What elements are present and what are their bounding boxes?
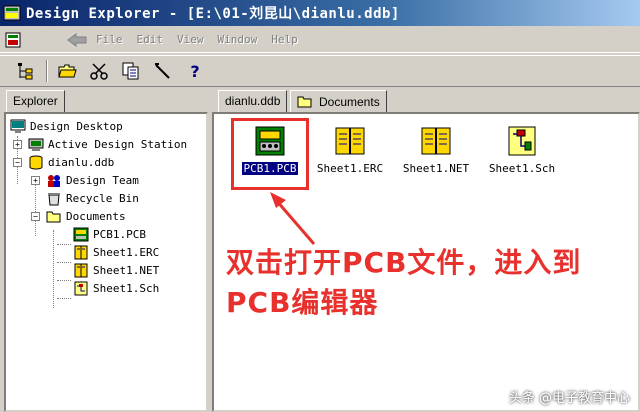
document-icon[interactable]	[4, 30, 26, 50]
content-pane: dianlu.ddb Documents PCB1.PCB Sheet1.ERC…	[212, 90, 640, 412]
menu-view[interactable]: View	[177, 33, 204, 46]
folder-open-icon	[46, 209, 62, 224]
collapse-icon[interactable]: −	[31, 212, 40, 221]
desktop-icon	[10, 119, 26, 134]
annotation-line-1: 双击打开PCB文件，进入到	[226, 246, 582, 279]
tree-doc-net[interactable]: Sheet1.NET	[73, 262, 159, 279]
open-folder-icon[interactable]	[56, 60, 78, 82]
book-icon	[73, 245, 89, 260]
expand-icon[interactable]: +	[31, 176, 40, 185]
title-bar: Design Explorer - [E:\01-刘昆山\dianlu.ddb]	[0, 0, 640, 26]
station-icon	[28, 137, 44, 152]
tree-recycle-bin[interactable]: Recycle Bin	[46, 190, 139, 207]
folder-open-icon	[297, 94, 313, 109]
tree-doc-erc[interactable]: Sheet1.ERC	[73, 244, 159, 261]
tree-label: Active Design Station	[48, 138, 188, 151]
schematic-file-icon	[73, 281, 89, 296]
team-icon	[46, 173, 62, 188]
pcb-file-icon	[73, 227, 89, 242]
tree-design-desktop[interactable]: Design Desktop	[10, 118, 123, 135]
tree-doc-pcb[interactable]: PCB1.PCB	[73, 226, 146, 243]
documents-view: PCB1.PCB Sheet1.ERC Sheet1.NET Sheet1.Sc…	[212, 112, 640, 412]
book-icon	[73, 263, 89, 278]
toolbar-separator	[46, 60, 48, 82]
explorer-tree: Design Desktop + Active Design Station −…	[4, 112, 208, 412]
tab-documents[interactable]: Documents	[290, 90, 387, 112]
tab-explorer[interactable]: Explorer	[6, 90, 65, 112]
tree-label: Sheet1.Sch	[93, 282, 160, 295]
tree-doc-sch[interactable]: Sheet1.Sch	[73, 280, 159, 297]
menu-edit[interactable]: Edit	[137, 33, 164, 46]
database-icon	[28, 155, 44, 170]
explorer-pane: Explorer Design Desktop + Active Design …	[4, 90, 208, 412]
tree-label: Sheet1.ERC	[93, 246, 160, 259]
tree-toggle-icon[interactable]	[14, 60, 36, 82]
tree-label: Sheet1.NET	[93, 264, 160, 277]
tree-label: Design Desktop	[30, 120, 123, 133]
menu-help[interactable]: Help	[271, 33, 298, 46]
toolbar: ?	[0, 55, 640, 87]
watermark: 头条 @电子教育中心	[508, 391, 630, 406]
collapse-icon[interactable]: −	[13, 158, 22, 167]
paste-icon[interactable]	[152, 60, 174, 82]
menu-window[interactable]: Window	[218, 33, 258, 46]
copy-icon[interactable]	[120, 60, 142, 82]
tree-design-team[interactable]: Design Team	[46, 172, 139, 189]
tab-label: Documents	[319, 94, 380, 109]
cut-icon[interactable]	[88, 60, 110, 82]
app-icon	[3, 4, 21, 22]
help-icon[interactable]: ?	[184, 60, 206, 82]
menu-bar: File Edit View Window Help	[0, 27, 640, 53]
tree-label: Design Team	[66, 174, 139, 187]
tree-label: PCB1.PCB	[93, 228, 146, 241]
annotation-line-2: PCB编辑器	[226, 286, 379, 319]
tree-label: Recycle Bin	[66, 192, 139, 205]
recycle-bin-icon	[46, 191, 62, 206]
tree-documents[interactable]: Documents	[46, 208, 126, 225]
tree-label: dianlu.ddb	[48, 156, 115, 169]
tree-active-design-station[interactable]: Active Design Station	[28, 136, 187, 153]
expand-icon[interactable]: +	[13, 140, 22, 149]
menu-file[interactable]: File	[96, 33, 123, 46]
tree-dianlu-ddb[interactable]: dianlu.ddb	[28, 154, 114, 171]
tree-label: Documents	[66, 210, 126, 223]
window-title: Design Explorer - [E:\01-刘昆山\dianlu.ddb]	[26, 6, 400, 22]
tab-dianlu-ddb[interactable]: dianlu.ddb	[218, 90, 288, 112]
back-arrow-icon[interactable]	[66, 32, 88, 47]
